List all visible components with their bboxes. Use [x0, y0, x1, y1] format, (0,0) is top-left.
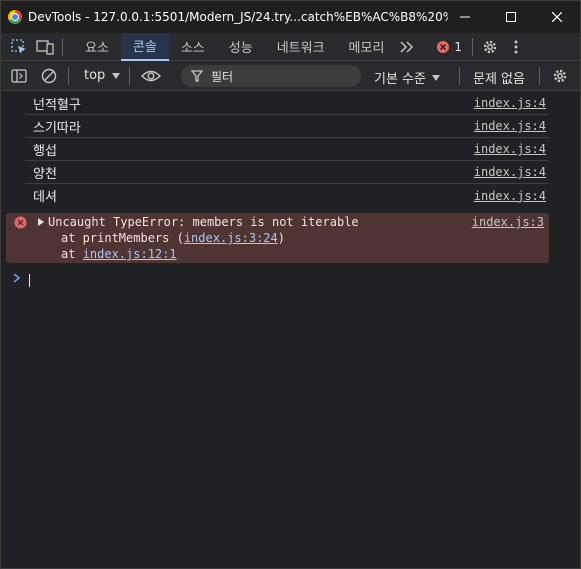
log-level-label: 기본 수준 [374, 72, 426, 87]
issues-counter[interactable]: 문제 없음 [473, 68, 525, 87]
divider [129, 67, 130, 85]
sidebar-toggle-button[interactable] [10, 67, 28, 85]
console-output: 넌적혈구 index.js:4 스기따라 index.js:4 행섭 index… [1, 92, 580, 207]
error-icon [437, 40, 450, 53]
divider [539, 67, 540, 85]
tab-network[interactable]: 네트워크 [265, 33, 337, 61]
log-text: 양천 [33, 166, 57, 182]
filter-icon [191, 70, 203, 82]
context-selector[interactable]: top [84, 68, 121, 83]
gear-icon [553, 69, 567, 83]
sidebar-icon [11, 69, 27, 83]
source-link[interactable]: index.js:4 [474, 189, 546, 203]
divider [472, 37, 474, 56]
error-text: Uncaught TypeError: members is not itera… [48, 215, 359, 229]
more-tabs-button[interactable] [398, 38, 416, 56]
error-message: Uncaught TypeError: members is not itera… [6, 213, 549, 263]
console-settings-button[interactable] [551, 67, 569, 85]
settings-button[interactable] [481, 38, 499, 56]
live-expression-button[interactable] [140, 67, 162, 85]
prompt-chevron-icon [13, 273, 21, 283]
select-element-icon [11, 38, 26, 54]
stack-frame-text: at printMembers ( [61, 231, 184, 245]
filter-placeholder: 필터 [211, 69, 234, 84]
expand-triangle-icon[interactable] [37, 218, 45, 226]
log-text: 스기따라 [33, 120, 81, 136]
kebab-menu-icon [514, 40, 518, 53]
stack-frame-text: at [61, 247, 83, 261]
eye-icon [141, 70, 161, 82]
close-icon [552, 12, 562, 22]
panel-tab-bar: 요소 콘솔 소스 성능 네트워크 메모리 1 [1, 32, 580, 61]
log-level-dropdown[interactable]: 기본 수준 [374, 68, 441, 87]
tab-memory[interactable]: 메모리 [337, 33, 397, 61]
context-label: top [84, 68, 106, 83]
log-message: 행섭 index.js:4 [25, 138, 549, 161]
title-bar: DevTools - 127.0.0.1:5501/Modern_JS/24.t… [1, 1, 580, 33]
divider [459, 67, 460, 85]
dropdown-arrow-icon [431, 74, 440, 81]
maximize-icon [506, 12, 516, 22]
log-text: 행섭 [33, 143, 57, 159]
log-text: 데셔 [33, 190, 57, 205]
block-icon [41, 68, 57, 84]
console-toolbar: top 필터 기본 수준 문제 없음 [1, 61, 580, 91]
log-message: 양천 index.js:4 [25, 161, 549, 184]
minimize-button[interactable] [442, 1, 488, 33]
stack-frame-text: ) [277, 231, 285, 245]
stack-frame: at printMembers (index.js:3:24) [61, 231, 285, 245]
tab-elements[interactable]: 요소 [73, 33, 121, 61]
log-message: 스기따라 index.js:4 [25, 115, 549, 138]
error-source-link[interactable]: index.js:3 [472, 215, 544, 229]
device-toolbar-button[interactable] [36, 38, 54, 56]
more-options-button[interactable] [507, 38, 525, 56]
clear-console-button[interactable] [40, 67, 58, 85]
close-button[interactable] [534, 1, 580, 33]
error-counter[interactable]: 1 [436, 40, 462, 54]
divider [62, 37, 63, 56]
inspect-element-button[interactable] [10, 38, 28, 56]
log-message: 데셔 index.js:4 [25, 184, 549, 207]
error-icon [14, 216, 27, 229]
tab-console[interactable]: 콘솔 [120, 32, 169, 61]
window-title: DevTools - 127.0.0.1:5501/Modern_JS/24.t… [28, 10, 448, 24]
chrome-logo-icon [8, 10, 22, 24]
minimize-icon [460, 16, 470, 18]
maximize-button[interactable] [488, 1, 534, 33]
source-link[interactable]: index.js:4 [474, 165, 546, 179]
stack-frame-link[interactable]: index.js:12:1 [83, 247, 177, 261]
stack-frame: at index.js:12:1 [61, 247, 177, 261]
filter-input[interactable]: 필터 [181, 65, 361, 87]
source-link[interactable]: index.js:4 [474, 119, 546, 133]
log-message: 넌적혈구 index.js:4 [25, 92, 549, 115]
source-link[interactable]: index.js:4 [474, 96, 546, 110]
chevron-double-right-icon [400, 40, 414, 53]
source-link[interactable]: index.js:4 [474, 142, 546, 156]
tab-performance[interactable]: 성능 [217, 33, 265, 61]
console-input[interactable] [29, 274, 30, 287]
device-toggle-icon [36, 39, 54, 55]
tab-sources[interactable]: 소스 [169, 33, 217, 61]
divider [68, 67, 69, 85]
error-count: 1 [454, 39, 463, 54]
gear-icon [483, 40, 497, 53]
log-text: 넌적혈구 [33, 97, 81, 113]
devtools-window: DevTools - 127.0.0.1:5501/Modern_JS/24.t… [0, 0, 581, 569]
dropdown-arrow-icon [112, 72, 121, 79]
stack-frame-link[interactable]: index.js:3:24 [184, 231, 278, 245]
